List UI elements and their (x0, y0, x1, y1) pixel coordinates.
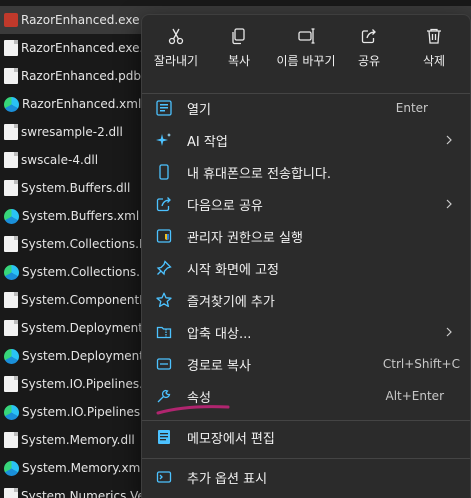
quick-actions-bar: 잘라내기 복사 이름 바꾸기 공유 삭제 (142, 15, 470, 95)
file-name: RazorEnhanced.pdb (21, 69, 142, 83)
menu-item-label: 메모장에서 편집 (187, 431, 275, 447)
chevron-right-icon (446, 135, 452, 145)
menu-item-label: AI 작업 (187, 134, 228, 150)
menu-item-label: 압축 대상... (187, 326, 252, 342)
edge-icon (4, 96, 19, 112)
document-icon (4, 68, 18, 84)
file-name: swresample-2.dll (21, 125, 123, 139)
exe-icon (4, 13, 18, 27)
copy-label: 복사 (227, 54, 251, 68)
underline-annotation (156, 405, 230, 415)
file-name: swscale-4.dll (21, 153, 99, 167)
menu-item-label: 즐겨찾기에 추가 (187, 294, 275, 310)
phone-icon (155, 163, 173, 181)
edge-icon (4, 348, 19, 364)
edge-icon (4, 208, 19, 224)
menu-item-edit-in-notepad[interactable]: 메모장에서 편집 (146, 421, 468, 453)
menu-item-label: 경로로 복사 (187, 358, 251, 374)
path-copy-icon (155, 355, 173, 373)
chevron-right-icon (446, 199, 452, 209)
share-button[interactable]: 공유 (338, 21, 400, 91)
menu-item-show-more-options[interactable]: 추가 옵션 표시 (146, 461, 468, 493)
context-menu: 잘라내기 복사 이름 바꾸기 공유 삭제 열기 Enter AI 작업 내 휴대… (141, 14, 471, 498)
shortcut-text: Ctrl+Shift+C (382, 357, 460, 371)
open-icon (155, 99, 173, 117)
document-icon (4, 376, 18, 392)
document-icon (4, 292, 18, 308)
document-icon (4, 152, 18, 168)
document-icon (4, 488, 18, 498)
menu-item-label: 내 휴대폰으로 전송합니다. (187, 166, 331, 182)
delete-button[interactable]: 삭제 (403, 21, 465, 91)
file-name: System.Buffers.dll (21, 181, 131, 195)
document-icon (4, 124, 18, 140)
menu-item-send-to-phone[interactable]: 내 휴대폰으로 전송합니다. (146, 156, 468, 188)
document-icon (4, 180, 18, 196)
menu-item-ai-actions[interactable]: AI 작업 (146, 124, 468, 156)
document-icon (4, 432, 18, 448)
menu-item-label: 추가 옵션 표시 (187, 471, 268, 487)
pin-icon (155, 259, 173, 277)
file-name: System.Memory.dll (21, 433, 135, 447)
folder-zip-icon (155, 323, 173, 341)
menu-item-label: 열기 (187, 102, 211, 118)
more-options-icon (155, 468, 173, 486)
file-name: RazorEnhanced.xml (22, 97, 142, 111)
rename-button[interactable]: 이름 바꾸기 (273, 21, 339, 91)
rename-label: 이름 바꾸기 (276, 54, 336, 68)
sparkle-icon (155, 131, 173, 149)
share-label: 공유 (357, 54, 381, 68)
file-name: System.Buffers.xml (22, 209, 140, 223)
rename-icon (298, 28, 315, 44)
trash-icon (427, 28, 441, 44)
share-icon (155, 195, 173, 213)
copy-button[interactable]: 복사 (208, 21, 270, 91)
menu-item-pin-to-start[interactable]: 시작 화면에 고정 (146, 252, 468, 284)
menu-item-share-with[interactable]: 다음으로 공유 (146, 188, 468, 220)
scissors-icon (168, 28, 184, 45)
menu-item-label: 시작 화면에 고정 (187, 262, 279, 278)
file-name: System.IO.Pipelines.dll (21, 377, 158, 391)
share-icon (361, 29, 376, 44)
edge-icon (4, 404, 19, 420)
star-icon (155, 291, 173, 309)
document-icon (4, 320, 18, 336)
cut-label: 잘라내기 (153, 54, 199, 68)
shortcut-text: Enter (395, 101, 428, 115)
menu-item-compress-to[interactable]: 압축 대상... (146, 316, 468, 348)
separator (142, 458, 470, 459)
menu-item-add-to-favorites[interactable]: 즐겨찾기에 추가 (146, 284, 468, 316)
edge-icon (4, 460, 19, 476)
notepad-icon (155, 428, 173, 446)
delete-label: 삭제 (422, 54, 446, 68)
menu-item-run-as-admin[interactable]: 관리자 권한으로 실행 (146, 220, 468, 252)
document-icon (4, 236, 18, 252)
menu-item-open[interactable]: 열기 Enter (146, 92, 468, 124)
menu-item-copy-as-path[interactable]: 경로로 복사 Ctrl+Shift+C (146, 348, 468, 380)
edge-icon (4, 264, 19, 280)
shortcut-text: Alt+Enter (385, 389, 444, 403)
menu-item-label: 다음으로 공유 (187, 198, 263, 214)
file-name: RazorEnhanced.exe (21, 13, 140, 27)
cut-button[interactable]: 잘라내기 (145, 21, 207, 91)
menu-item-label: 관리자 권한으로 실행 (187, 230, 303, 246)
document-icon (4, 40, 18, 56)
copy-icon (232, 28, 245, 45)
file-name: System.Memory.xml (22, 461, 144, 475)
chevron-right-icon (446, 327, 452, 337)
shield-icon (155, 227, 173, 245)
